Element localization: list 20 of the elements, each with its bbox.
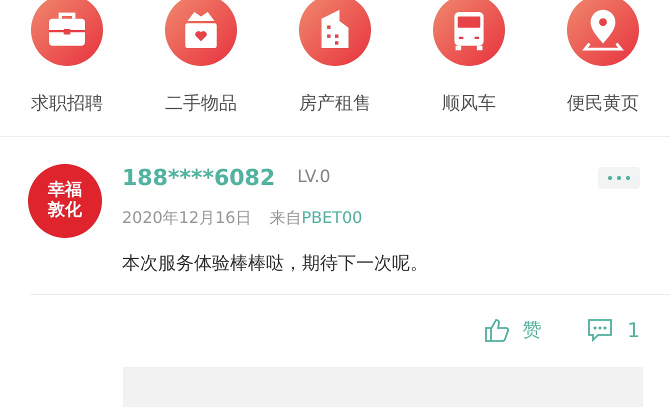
category-button[interactable]: 二手物品 — [134, 0, 268, 136]
more-button[interactable] — [598, 167, 640, 189]
user-level: LV.0 — [297, 166, 330, 190]
thumbs-up-icon — [484, 317, 510, 343]
more-icon — [608, 176, 630, 180]
building-icon — [299, 0, 371, 66]
category-button[interactable]: 顺风车 — [402, 0, 536, 136]
comment-date: 2020年12月16日 — [122, 207, 252, 229]
source-label: 来自 — [269, 207, 302, 229]
gift-box-icon — [165, 0, 237, 66]
comment-text: 本次服务体验棒棒哒，期待下一次呢。 — [122, 252, 429, 276]
category-button[interactable]: 房产租售 — [268, 0, 402, 136]
comment-icon — [587, 318, 614, 342]
category-button[interactable]: 求职招聘 — [0, 0, 134, 136]
car-icon — [433, 0, 505, 66]
source-device: PBET00 — [301, 207, 362, 229]
category-button[interactable]: 便民黄页 — [536, 0, 670, 136]
briefcase-icon — [31, 0, 103, 66]
location-pin-icon — [567, 0, 639, 66]
avatar-text: 幸福敦化 — [46, 181, 83, 221]
